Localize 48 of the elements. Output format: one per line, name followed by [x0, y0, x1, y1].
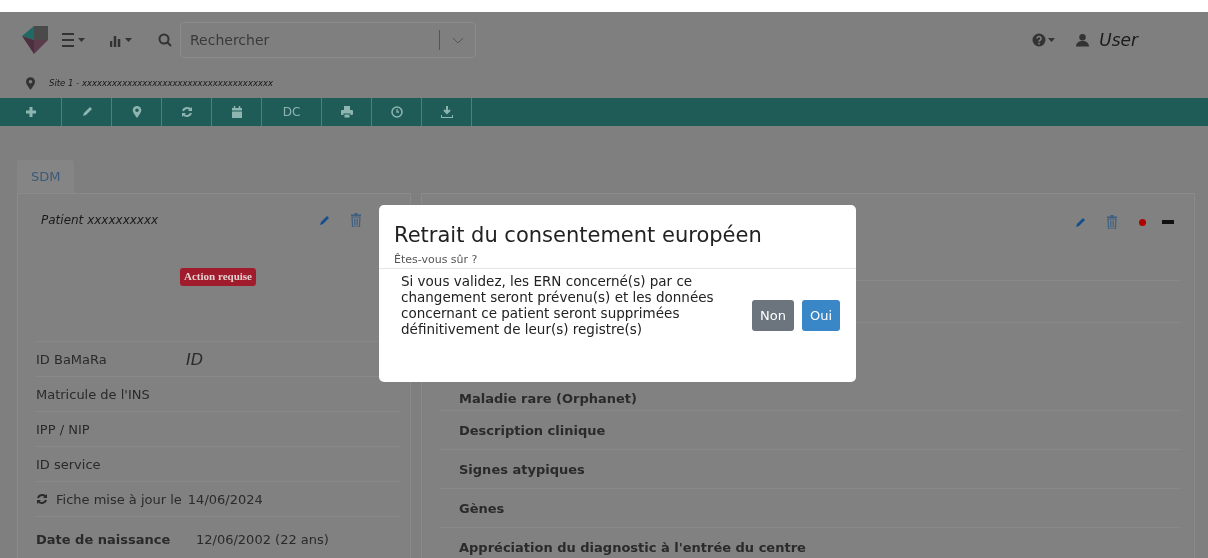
section-heading[interactable]: Maladie rare (Orphanet)	[459, 391, 637, 406]
trash-icon[interactable]	[351, 213, 361, 227]
bar-chart-icon[interactable]	[110, 33, 134, 47]
refresh-icon	[36, 493, 48, 505]
printer-icon	[340, 106, 353, 118]
search-field[interactable]: Rechercher	[180, 22, 476, 58]
map-pin-icon	[26, 76, 35, 90]
clock-icon	[390, 106, 403, 118]
field-label: ID BaMaRa	[36, 351, 108, 367]
tab[interactable]: SDM	[17, 160, 75, 193]
help-icon[interactable]	[1032, 33, 1057, 47]
dialog-title: Retrait du consentement européen	[394, 223, 763, 247]
confirm-button[interactable]: Oui	[801, 300, 840, 331]
logo-icon[interactable]	[22, 26, 48, 54]
birth-date: 12/06/2002 (22 ans)	[196, 531, 329, 547]
map-pin-icon	[130, 106, 143, 118]
section-heading[interactable]: Description clinique	[459, 422, 606, 438]
patient-name: Patient xxxxxxxxxx	[41, 213, 159, 227]
edit-icon[interactable]	[1075, 216, 1087, 228]
menu-icon[interactable]	[62, 33, 86, 47]
field-label: Matricule de l'INS	[36, 386, 151, 402]
plus-icon	[24, 106, 37, 118]
section-heading[interactable]: Signes atypiques	[459, 461, 585, 477]
field-value: ID	[186, 349, 204, 369]
edit-icon[interactable]	[319, 214, 331, 226]
field-label: ID service	[36, 456, 102, 472]
chevron-down-icon[interactable]	[452, 37, 464, 44]
user-name[interactable]: User	[1099, 30, 1138, 50]
section-heading[interactable]: Gènes	[459, 500, 505, 516]
user-icon[interactable]	[1076, 33, 1090, 47]
download-icon	[440, 106, 453, 118]
trash-icon[interactable]	[1107, 215, 1117, 229]
pencil-icon	[80, 106, 93, 118]
status-badge: Action requise	[180, 268, 256, 286]
update-date: 14/06/2024	[187, 491, 263, 507]
dialog-message: Si vous validez, les ERN concerné(s) par ce changement seront prévenu(s) et les données concernant ce patient seront supprimées définitivement de leur(s) registre(s)	[401, 273, 715, 337]
field-label: IPP / NIP	[36, 421, 91, 437]
cancel-button[interactable]: Non	[752, 300, 794, 331]
refresh-icon	[180, 106, 193, 118]
calendar-icon	[230, 106, 243, 118]
section-heading[interactable]: Appréciation du diagnostic à l'entrée du centre	[459, 539, 806, 555]
toolbar-button[interactable]: DC	[262, 98, 322, 126]
site-name: Site 1 - xxxxxxxxxxxxxxxxxxxxxxxxxxxxxxxxxxxxxx	[49, 78, 274, 88]
search-icon	[158, 33, 172, 47]
dialog-subtitle: Êtes-vous sûr ?	[394, 253, 479, 266]
status-dot	[1139, 218, 1146, 226]
update-label: Fiche mise à jour le	[56, 491, 182, 507]
birth-label: Date de naissance	[36, 531, 172, 547]
